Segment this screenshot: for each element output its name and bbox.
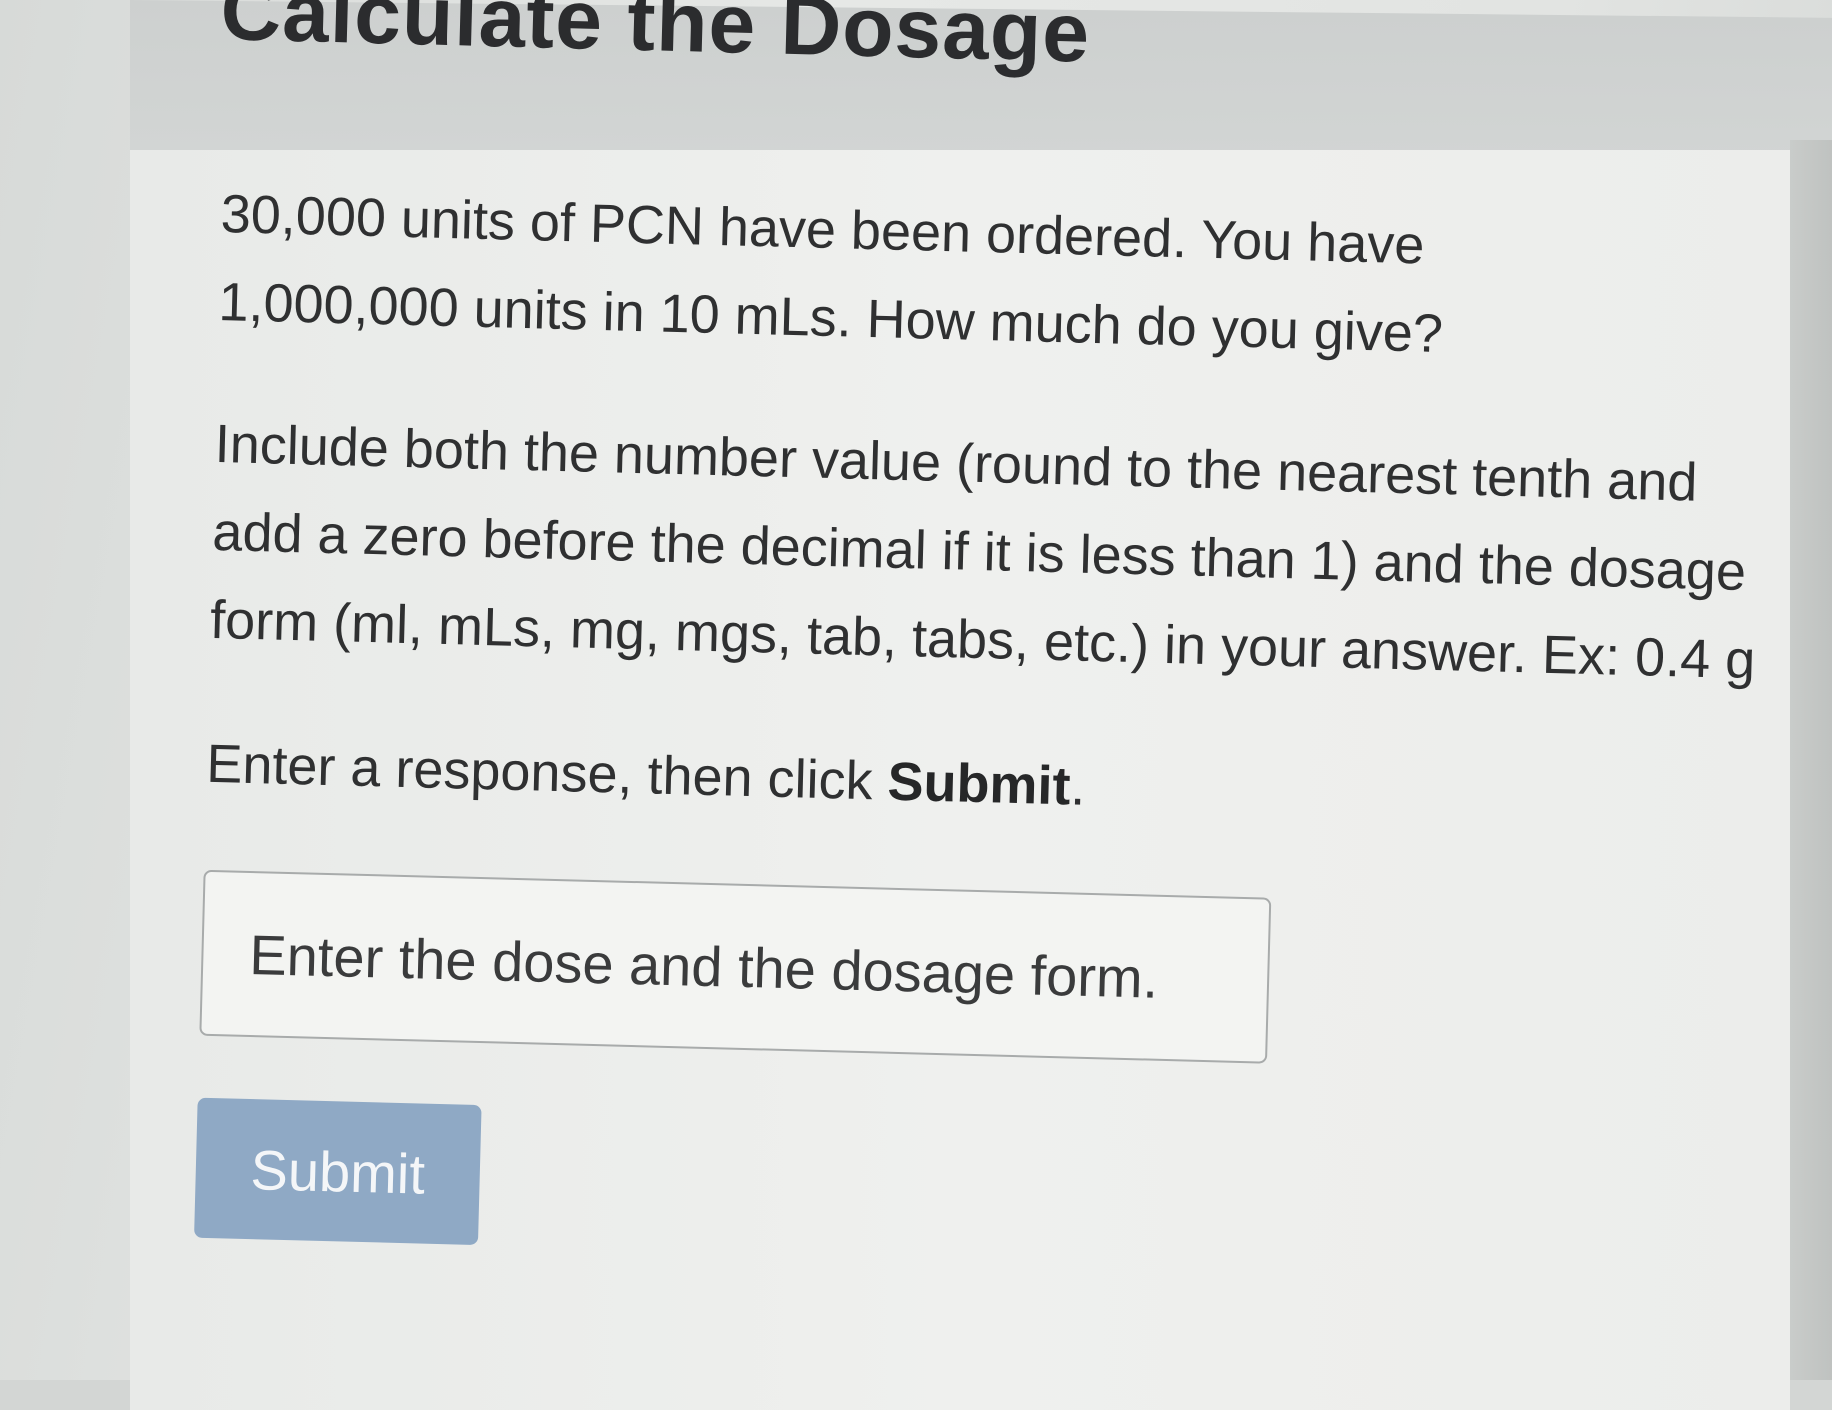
- question-text: 30,000 units of PCN have been ordered. Y…: [217, 183, 1444, 365]
- prompt-text: Enter a response, then click: [205, 733, 889, 812]
- instructions-text: Include both the number value (round to …: [209, 413, 1756, 691]
- screen-edge: [1790, 140, 1832, 1380]
- prompt-submit-emphasis: Submit: [886, 751, 1072, 817]
- question-content: 30,000 units of PCN have been ordered. Y…: [194, 170, 1781, 1278]
- response-prompt: Enter a response, then click Submit.: [205, 720, 1767, 849]
- prompt-period: .: [1069, 756, 1087, 817]
- dose-answer-input[interactable]: [199, 869, 1272, 1064]
- submit-button[interactable]: Submit: [194, 1097, 482, 1246]
